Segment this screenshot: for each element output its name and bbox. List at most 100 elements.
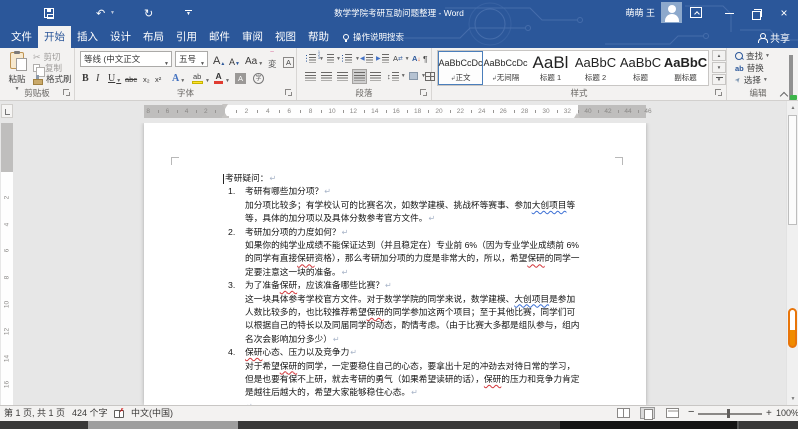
zoom-out-button[interactable]: − [688,405,694,420]
font-dialog-launcher[interactable] [285,89,293,97]
style-副标题[interactable]: AaBbC副标题 [663,51,708,85]
style-标题 1[interactable]: AaBl标题 1 [528,51,573,85]
document-line[interactable]: 的同学有直接保研资格），那么考研加分项的力度是非常大的，所以，希望保研的同学一 [144,252,646,265]
paste-button[interactable]: 粘贴 ▼ [4,52,30,92]
print-layout-button[interactable] [640,407,655,419]
document-line[interactable]: 3.为了准备保研，应该准备哪些比赛？↵ [144,279,646,292]
style-标题[interactable]: AaBbC标题 [618,51,663,85]
tab-文件[interactable]: 文件 [5,26,38,48]
clipboard-dialog-launcher[interactable] [63,89,71,97]
document-line[interactable]: 4.保研心态、压力以及竞争力↵ [144,346,646,359]
close-button[interactable]: × [770,0,798,26]
document-line[interactable]: 1.考研有哪些加分项？↵ [144,185,646,198]
share-button[interactable]: 共享 [758,26,790,48]
tab-设计[interactable]: 设计 [104,26,137,48]
taskbar-item[interactable] [88,421,238,429]
document-line[interactable]: 2.考研加分项的力度如何？↵ [144,226,646,239]
styles-scroll-down[interactable]: ▼ [712,62,726,73]
styles-dialog-launcher[interactable] [715,89,723,97]
document-line[interactable]: 等，具体的加分项以及具体分数参考官方文件。↵ [144,212,646,225]
tab-邮件[interactable]: 邮件 [203,26,236,48]
avatar[interactable] [661,2,682,23]
scroll-down-icon[interactable]: ▼ [787,393,798,405]
taskbar-item-dark[interactable] [560,421,737,429]
tell-me-search[interactable]: 操作说明搜索 [343,26,404,48]
page-indicator[interactable]: 第 1 页, 共 1 页 [4,406,65,421]
document-line[interactable]: 考研疑问：↵ [144,172,646,185]
document-line[interactable]: 这一块具体参考学校官方文件。对于数学学院的同学来说，数学建模、大创项目是参加 [144,293,646,306]
zoom-percentage[interactable]: 100% [776,406,798,421]
copy-button[interactable]: 复制 [33,63,62,73]
justify-button[interactable] [353,70,366,83]
cut-button[interactable]: ✂剪切 [33,52,61,62]
tab-引用[interactable]: 引用 [170,26,203,48]
change-case-button[interactable]: Aa▼ [245,52,263,67]
document-line[interactable]: 以根据自己的特长以及同届同学的动态，酌情考虑。（由于比赛大多都是组队参与，组内 [144,319,646,332]
shading-button[interactable]: ▼ [409,70,426,83]
save-icon[interactable] [44,0,54,26]
asian-layout-button[interactable]: A⇄▼ [393,52,410,65]
tab-帮助[interactable]: 帮助 [302,26,335,48]
document-line[interactable]: 对于希望保研的同学，一定要稳住自己的心态，要拿出十足的冲劲去对待日常的学习， [144,360,646,373]
tab-视图[interactable]: 视图 [269,26,302,48]
multilevel-list-button[interactable]: ▼ [341,52,360,65]
vertical-scrollbar[interactable]: ▲ ▼ [786,101,798,405]
minimize-button[interactable] [715,0,743,26]
document-line[interactable]: 名次会影响加分多少）↵ [144,333,646,346]
zoom-slider-track[interactable] [698,413,762,415]
decrease-indent-button[interactable]: ◀ [360,52,373,65]
tab-开始[interactable]: 开始 [38,26,71,48]
right-indent-marker[interactable] [574,110,580,118]
superscript-button[interactable]: x² [155,69,161,84]
subscript-button[interactable]: x₂ [143,69,150,84]
style-无间隔[interactable]: AaBbCcDc↲无间隔 [483,51,528,85]
align-center-button[interactable] [321,70,332,83]
scroll-up-icon[interactable]: ▲ [787,102,798,114]
undo-dropdown-icon[interactable]: ▼ [110,0,115,26]
underline-button[interactable]: U▼ [108,69,121,84]
document-line[interactable]: 是越往后越大的，希望大家能够稳住心态。↵ [144,386,646,399]
zoom-in-button[interactable]: + [766,406,772,421]
highlight-button[interactable]: ab▼ [192,69,210,84]
italic-button[interactable]: I [96,69,99,84]
ribbon-display-options-icon[interactable] [690,7,702,18]
style-正文[interactable]: AaBbCcDc↲正文 [438,51,483,85]
document-line[interactable]: 人数比较多的，也比较推荐希望保研的同学参加这两个项目；至于其他比赛，同学们可 [144,306,646,319]
document-line[interactable]: 定要注意这一块的准备。↵ [144,266,646,279]
text-effects-button[interactable]: A▼ [172,69,185,84]
find-button[interactable]: 查找▼ [735,51,770,61]
word-count[interactable]: 424 个字 [72,406,108,421]
sort-button[interactable]: A↓ [412,52,421,65]
document-line[interactable]: 如果你的纯学业成绩不能保证达到（并且稳定在）专业前 6%（因为专业学业成绩前 6… [144,239,646,252]
undo-icon[interactable]: ↶ [96,0,105,26]
align-right-button[interactable] [337,70,348,83]
line-spacing-button[interactable]: ↕▼ [387,70,406,83]
restore-button[interactable] [742,0,770,26]
bold-button[interactable]: B [82,69,89,84]
style-标题 2[interactable]: AaBbC标题 2 [573,51,618,85]
character-border-button[interactable]: A [283,53,294,68]
format-painter-button[interactable]: 格式刷 [33,74,72,84]
grow-font-button[interactable]: A▲ [213,52,225,67]
user-name[interactable]: 萌萌 王 [625,0,655,26]
select-button[interactable]: ➤选择▼ [735,75,768,85]
vertical-ruler[interactable]: 246810121416 [1,123,13,405]
qat-customize-icon[interactable]: ▼ [185,0,192,26]
increase-indent-button[interactable]: ▶ [376,52,389,65]
replace-button[interactable]: ab替换 [735,63,764,73]
shrink-font-button[interactable]: A▼ [229,52,240,67]
character-shading-button[interactable]: A [235,69,246,84]
tab-审阅[interactable]: 审阅 [236,26,269,48]
strikethrough-button[interactable]: abc [125,69,137,84]
styles-scroll-up[interactable]: ▲ [712,50,726,61]
collapse-ribbon-icon[interactable] [780,90,788,98]
redo-icon[interactable]: ↻ [144,0,153,26]
tab-插入[interactable]: 插入 [71,26,104,48]
styles-more[interactable]: ▼ [712,74,726,85]
align-left-button[interactable] [305,70,316,83]
tab-布局[interactable]: 布局 [137,26,170,48]
document-line[interactable]: 但是也要有保不上研，就去考研的勇气（如果希望读研的话），保研的压力和竞争力肯定 [144,373,646,386]
enclose-characters-button[interactable]: 字 [253,69,264,84]
proofing-icon[interactable] [114,410,124,418]
read-mode-button[interactable] [617,408,630,418]
